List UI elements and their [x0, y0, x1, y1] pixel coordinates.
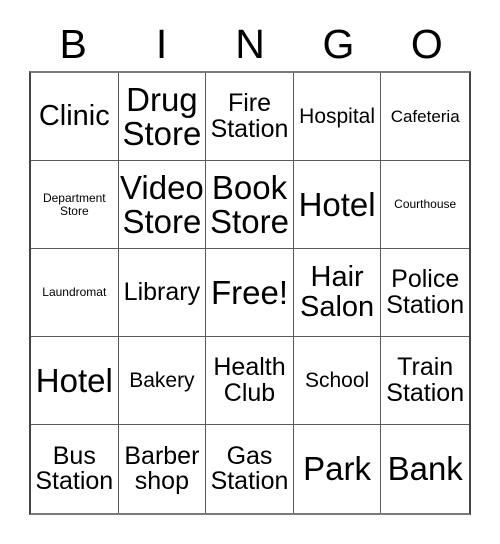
- bingo-cell-label: Cafeteria: [390, 106, 460, 126]
- bingo-cell-label: Drug Store: [122, 80, 202, 152]
- bingo-cell-r4c2[interactable]: Bakery: [118, 337, 207, 425]
- bingo-cell-r1c1[interactable]: Clinic: [31, 73, 119, 161]
- bingo-cell-label: Fire Station: [210, 89, 289, 143]
- bingo-free-space[interactable]: Free!: [206, 249, 294, 337]
- bingo-cell-r5c5[interactable]: Bank: [381, 425, 469, 513]
- bingo-header-letter-o: O: [410, 20, 443, 67]
- bingo-cell-r2c3[interactable]: Book Store: [206, 161, 294, 249]
- bingo-cell-label: Video Store: [119, 168, 204, 240]
- bingo-cell-label: Library: [123, 277, 201, 306]
- bingo-cell-label: Courthouse: [394, 197, 457, 212]
- bingo-cell-label: Laundromat: [42, 285, 107, 300]
- bingo-cell-r1c4[interactable]: Hospital: [293, 73, 382, 161]
- bingo-cell-r5c4[interactable]: Park: [293, 425, 382, 513]
- bingo-cell-label: Health Club: [213, 353, 286, 407]
- bingo-cell-label: Department Store: [42, 191, 106, 218]
- bingo-header-letter-g: G: [322, 20, 355, 67]
- bingo-cell-r4c1[interactable]: Hotel: [31, 337, 119, 425]
- bingo-cell-r2c5[interactable]: Courthouse: [381, 161, 469, 249]
- bingo-cell-r2c4[interactable]: Hotel: [293, 161, 382, 249]
- bingo-card: B I N G O Clinic Drug Store Fire Station Hospit…: [0, 0, 500, 544]
- bingo-cell-label: Train Station: [386, 353, 465, 407]
- bingo-cell-label: Hotel: [35, 361, 113, 399]
- bingo-grid: Clinic Drug Store Fire Station Hospital Cafe…: [29, 71, 471, 515]
- bingo-header-letter-n: N: [235, 20, 265, 67]
- bingo-cell-r3c5[interactable]: Police Station: [381, 249, 469, 337]
- bingo-header-letter-i: I: [155, 20, 168, 67]
- bingo-cell-r5c2[interactable]: Barber shop: [118, 425, 207, 513]
- bingo-cell-label: Hospital: [299, 104, 376, 128]
- bingo-cell-r1c3[interactable]: Fire Station: [206, 73, 294, 161]
- bingo-cell-r1c5[interactable]: Cafeteria: [381, 73, 469, 161]
- bingo-cell-label: Park: [303, 450, 372, 488]
- bingo-cell-label: Police Station: [386, 265, 465, 319]
- bingo-header-letter-b: B: [59, 20, 87, 67]
- bingo-cell-r3c2[interactable]: Library: [118, 249, 207, 337]
- bingo-cell-r4c3[interactable]: Health Club: [206, 337, 294, 425]
- bingo-cell-r5c3[interactable]: Gas Station: [206, 425, 294, 513]
- bingo-cell-label: Clinic: [38, 99, 110, 132]
- bingo-cell-r2c1[interactable]: Department Store: [31, 161, 119, 249]
- bingo-cell-label: Gas Station: [210, 441, 289, 495]
- bingo-cell-r5c1[interactable]: Bus Station: [31, 425, 119, 513]
- bingo-cell-r4c4[interactable]: School: [293, 337, 382, 425]
- bingo-cell-r3c1[interactable]: Laundromat: [31, 249, 119, 337]
- bingo-cell-label: Book Store: [210, 168, 289, 240]
- bingo-cell-label: Hair Salon: [300, 260, 375, 323]
- bingo-cell-label: Free!: [210, 273, 288, 311]
- bingo-cell-r4c5[interactable]: Train Station: [381, 337, 469, 425]
- bingo-cell-label: Bakery: [129, 368, 195, 392]
- bingo-cell-label: Bank: [387, 450, 463, 488]
- bingo-cell-label: Bus Station: [35, 441, 114, 495]
- bingo-cell-label: Barber shop: [124, 441, 200, 495]
- bingo-cell-r3c4[interactable]: Hair Salon: [293, 249, 382, 337]
- bingo-cell-label: Hotel: [298, 185, 376, 223]
- bingo-cell-r2c2[interactable]: Video Store: [118, 161, 207, 249]
- bingo-cell-label: School: [304, 368, 370, 392]
- bingo-cell-r1c2[interactable]: Drug Store: [118, 73, 207, 161]
- bingo-header-row: BINGO: [29, 18, 471, 70]
